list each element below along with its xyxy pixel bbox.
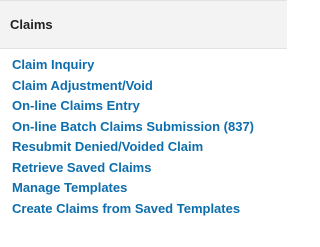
menu-item-claim-inquiry: Claim Inquiry <box>0 55 287 76</box>
menu-item-create-claims-from-templates: Create Claims from Saved Templates <box>0 199 287 220</box>
menu-item-batch-claims-submission: On-line Batch Claims Submission (837) <box>0 117 287 138</box>
claims-menu: Claim Inquiry Claim Adjustment/Void On-l… <box>0 49 287 219</box>
online-claims-entry-link[interactable]: On-line Claims Entry <box>12 98 140 113</box>
resubmit-denied-claim-link[interactable]: Resubmit Denied/Voided Claim <box>12 139 203 154</box>
panel-header: Claims <box>0 0 287 49</box>
menu-item-retrieve-saved-claims: Retrieve Saved Claims <box>0 158 287 179</box>
manage-templates-link[interactable]: Manage Templates <box>12 180 127 195</box>
menu-item-claim-adjustment-void: Claim Adjustment/Void <box>0 76 287 97</box>
retrieve-saved-claims-link[interactable]: Retrieve Saved Claims <box>12 160 151 175</box>
create-claims-from-templates-link[interactable]: Create Claims from Saved Templates <box>12 201 240 216</box>
menu-item-resubmit-denied-claim: Resubmit Denied/Voided Claim <box>0 137 287 158</box>
panel-title: Claims <box>10 17 53 32</box>
claim-inquiry-link[interactable]: Claim Inquiry <box>12 57 94 72</box>
claims-panel: Claims Claim Inquiry Claim Adjustment/Vo… <box>0 0 287 247</box>
batch-claims-submission-link[interactable]: On-line Batch Claims Submission (837) <box>12 119 254 134</box>
menu-item-manage-templates: Manage Templates <box>0 178 287 199</box>
claim-adjustment-void-link[interactable]: Claim Adjustment/Void <box>12 78 153 93</box>
menu-item-online-claims-entry: On-line Claims Entry <box>0 96 287 117</box>
